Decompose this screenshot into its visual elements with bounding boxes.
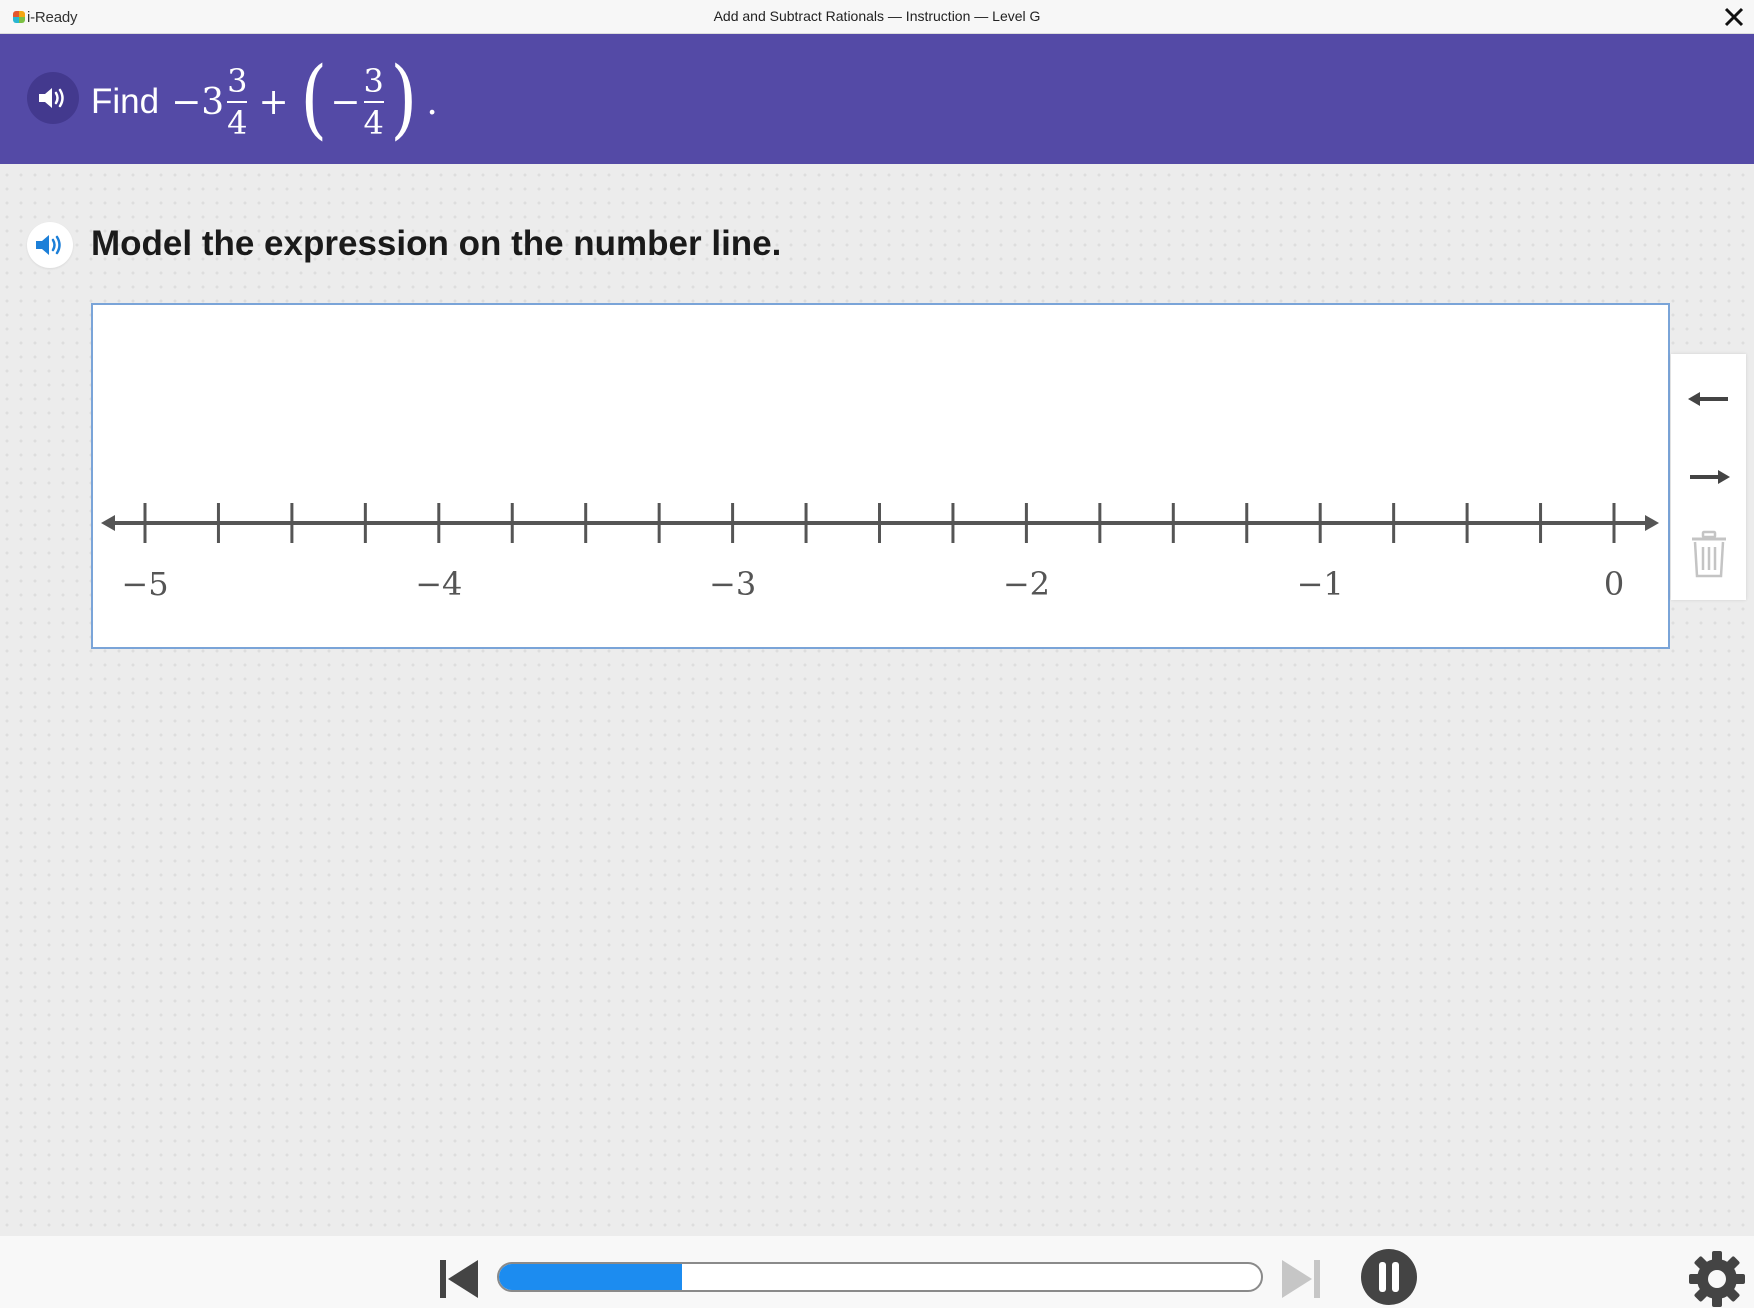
fraction-1-numerator: 3 bbox=[227, 62, 248, 100]
instruction-audio-button[interactable] bbox=[27, 222, 73, 268]
skip-back-icon bbox=[440, 1260, 478, 1298]
left-paren: ( bbox=[300, 49, 327, 149]
right-end-arrow bbox=[1645, 515, 1659, 531]
number-line-panel[interactable]: −5 −4 −3 −2 −1 0 bbox=[91, 303, 1670, 649]
close-button[interactable] bbox=[1720, 3, 1748, 31]
negative-sign: − bbox=[330, 81, 361, 123]
right-arrow-icon bbox=[1689, 470, 1730, 484]
question-audio-button[interactable] bbox=[27, 72, 79, 124]
trash-tool[interactable] bbox=[1671, 520, 1746, 590]
question-banner: Find −3 3 4 + ( − 3 4 ) . bbox=[0, 34, 1754, 164]
fraction-2-numerator: 3 bbox=[363, 62, 384, 100]
period: . bbox=[426, 81, 438, 123]
pause-button[interactable] bbox=[1360, 1248, 1418, 1308]
skip-forward-button[interactable] bbox=[1280, 1258, 1322, 1305]
number-line-label: −3 bbox=[709, 565, 756, 603]
gear-icon bbox=[1689, 1251, 1745, 1307]
math-expression: −3 3 4 + ( − 3 4 ) . bbox=[171, 56, 438, 142]
pause-icon bbox=[1361, 1249, 1417, 1305]
fraction-1-denominator: 4 bbox=[227, 104, 248, 142]
left-arrow-icon bbox=[1687, 392, 1728, 406]
title-bar: i-Ready Add and Subtract Rationals — Ins… bbox=[0, 0, 1754, 34]
speaker-icon bbox=[39, 88, 64, 108]
speaker-icon bbox=[36, 235, 61, 255]
left-arrow-tool[interactable] bbox=[1671, 364, 1746, 434]
right-paren: ) bbox=[390, 49, 418, 149]
number-line-label: −2 bbox=[1003, 565, 1050, 603]
left-end-arrow bbox=[101, 515, 115, 531]
fraction-bar bbox=[227, 101, 248, 103]
close-icon bbox=[1724, 7, 1744, 27]
window-title: Add and Subtract Rationals — Instruction… bbox=[713, 8, 1041, 24]
settings-button[interactable] bbox=[1688, 1250, 1746, 1308]
number-line-label: −5 bbox=[121, 565, 168, 603]
progress-bar[interactable] bbox=[497, 1262, 1263, 1292]
number-line-label: −4 bbox=[415, 565, 462, 603]
rewind-button[interactable] bbox=[438, 1258, 480, 1305]
number-line-label: 0 bbox=[1604, 565, 1624, 603]
right-arrow-tool[interactable] bbox=[1671, 442, 1746, 512]
plus-sign: + bbox=[258, 81, 289, 123]
whole-number: −3 bbox=[171, 81, 225, 123]
find-word: Find bbox=[91, 82, 160, 121]
fraction-bar bbox=[363, 101, 384, 103]
number-line[interactable]: −5 −4 −3 −2 −1 0 bbox=[93, 305, 1668, 647]
progress-fill bbox=[499, 1264, 682, 1290]
tool-panel bbox=[1671, 354, 1746, 600]
fraction-1: 3 4 bbox=[227, 63, 247, 141]
instruction-text: Model the expression on the number line. bbox=[91, 224, 782, 263]
number-line-label: −1 bbox=[1297, 565, 1344, 603]
fraction-2: 3 4 bbox=[363, 63, 383, 141]
skip-forward-icon bbox=[1282, 1260, 1320, 1298]
trash-icon bbox=[1691, 530, 1726, 578]
fraction-2-denominator: 4 bbox=[363, 104, 384, 142]
question-text: Find −3 3 4 + ( − 3 4 ) . bbox=[91, 52, 438, 152]
